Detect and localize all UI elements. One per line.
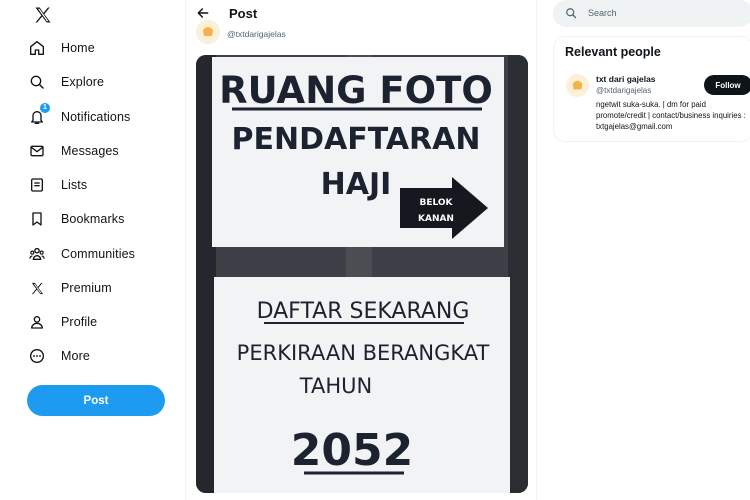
relevant-people-title: Relevant people: [565, 45, 661, 59]
person-icon: [27, 312, 47, 332]
arrow-line2: KANAN: [418, 214, 454, 224]
author-handle[interactable]: @txtdarigajelas: [227, 29, 286, 39]
nav-item-home[interactable]: Home: [27, 33, 95, 63]
people-icon: [27, 244, 47, 264]
person-bio: ngetwit suka-suka. | dm for paid promote…: [596, 100, 746, 131]
nav-label-notifications: Notifications: [61, 110, 131, 124]
list-icon: [27, 175, 47, 195]
nav-label-profile: Profile: [61, 315, 98, 329]
back-arrow-icon[interactable]: [196, 6, 210, 20]
home-icon: [27, 38, 47, 58]
sign2-line1: DAFTAR SEKARANG: [257, 299, 470, 324]
post-button[interactable]: Post: [27, 385, 165, 416]
sign2-line3: TAHUN: [299, 374, 372, 398]
envelope-icon: [27, 141, 47, 161]
main-column: Post @txtdarigajelas RUANG FOTO PENDAFTA…: [185, 0, 537, 500]
search-icon: [27, 72, 47, 92]
x-logo-icon[interactable]: [33, 5, 53, 25]
nav-item-profile[interactable]: Profile: [27, 307, 97, 337]
nav-item-communities[interactable]: Communities: [27, 239, 135, 269]
nav-label-premium: Premium: [61, 281, 112, 295]
page-title: Post: [229, 6, 258, 21]
person-avatar[interactable]: [566, 74, 589, 97]
person-handle[interactable]: @txtdarigajelas: [596, 86, 651, 95]
post-header: Post: [186, 0, 536, 28]
arrow-line1: BELOK: [419, 198, 453, 208]
nav-item-lists[interactable]: Lists: [27, 170, 87, 200]
sign1-title: RUANG FOTO: [219, 69, 493, 112]
relevant-people-card: Relevant people txt dari gajelas @txtdar…: [553, 36, 750, 142]
nav-label-communities: Communities: [61, 247, 136, 261]
nav-item-bookmarks[interactable]: Bookmarks: [27, 204, 124, 234]
nav-label-messages: Messages: [61, 144, 119, 158]
sign2-line2: PERKIRAAN BERANGKAT: [237, 341, 490, 365]
x-logo-icon: [27, 278, 47, 298]
search-input[interactable]: Search: [588, 8, 617, 18]
bell-icon: 1: [27, 103, 50, 127]
nav-label-bookmarks: Bookmarks: [61, 212, 125, 226]
sign1-line3: HAJI: [321, 167, 392, 202]
search-bar[interactable]: Search: [553, 0, 750, 27]
person-name[interactable]: txt dari gajelas: [596, 74, 656, 84]
nav-item-messages[interactable]: Messages: [27, 136, 119, 166]
sign2-year: 2052: [291, 425, 413, 476]
bookmark-icon: [27, 209, 47, 229]
nav-item-premium[interactable]: Premium: [27, 273, 112, 303]
nav-item-more[interactable]: More: [27, 341, 90, 371]
left-sidebar: Home Explore 1 Notifications Messages Li…: [0, 0, 185, 500]
sign1-line2: PENDAFTARAN: [232, 122, 481, 157]
nav-label-lists: Lists: [61, 178, 88, 192]
search-icon: [566, 8, 577, 19]
follow-button[interactable]: Follow: [704, 75, 750, 95]
post-photo[interactable]: RUANG FOTO PENDAFTARAN HAJI BELOK KANAN …: [196, 55, 528, 493]
notification-badge: 1: [40, 103, 50, 113]
nav-item-explore[interactable]: Explore: [27, 67, 104, 97]
nav-label-more: More: [61, 349, 90, 363]
nav-label-home: Home: [61, 41, 95, 55]
nav-label-explore: Explore: [61, 75, 105, 89]
author-avatar[interactable]: [196, 20, 220, 44]
nav-item-notifications[interactable]: 1 Notifications: [27, 102, 130, 132]
more-circle-icon: [27, 346, 47, 366]
